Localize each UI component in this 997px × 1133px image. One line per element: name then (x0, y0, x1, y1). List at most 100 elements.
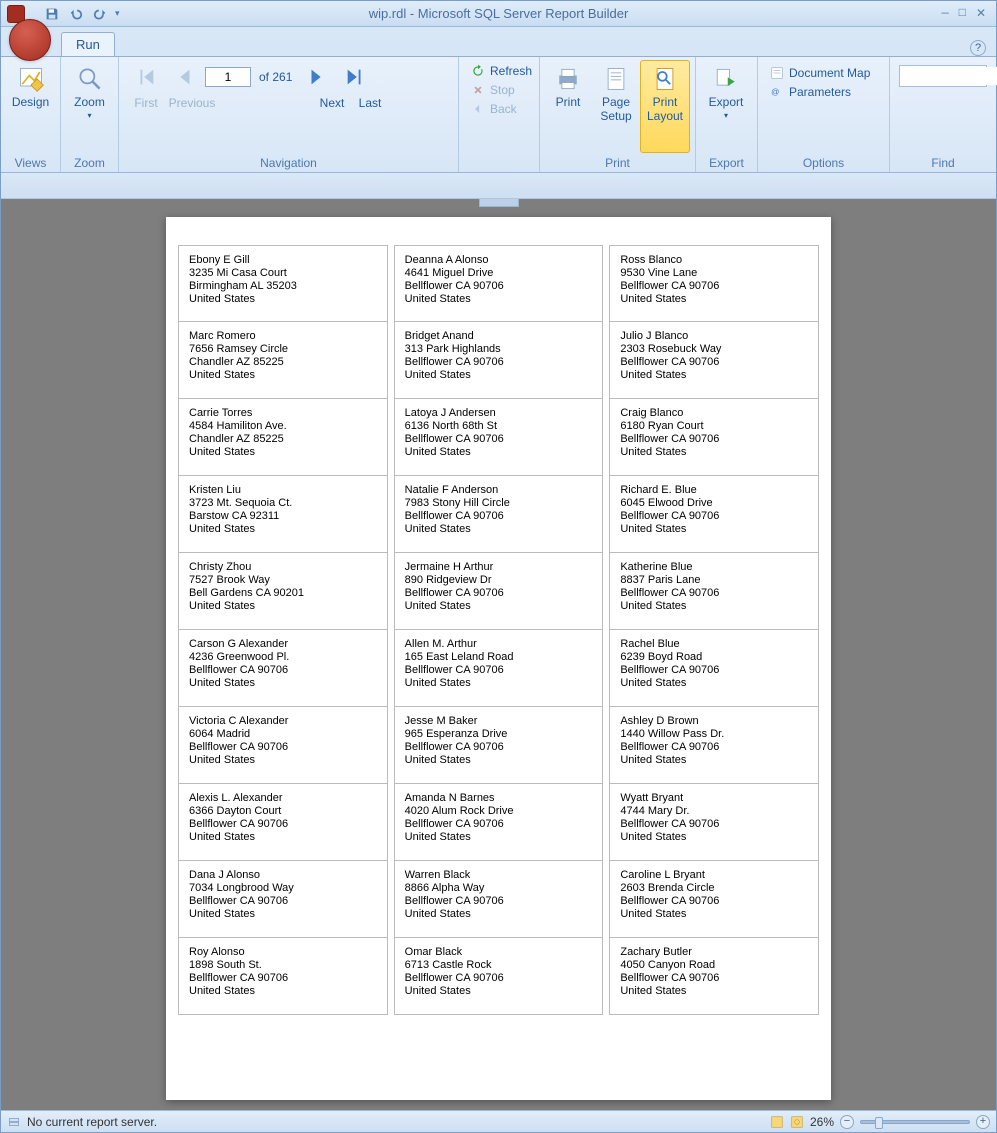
zoom-button[interactable]: Zoom ▾ (65, 60, 114, 153)
label-cell: Natalie F Anderson7983 Stony Hill Circle… (394, 476, 604, 553)
titlebar: ▾ wip.rdl - Microsoft SQL Server Report … (1, 1, 996, 27)
report-viewer[interactable]: Ebony E Gill3235 Mi Casa CourtBirmingham… (1, 199, 996, 1110)
quick-access-toolbar: ▾ (43, 5, 125, 23)
statusbar: No current report server. 26% − + (1, 1110, 996, 1132)
zoom-in-button[interactable]: + (976, 1115, 990, 1129)
app-window: ▾ wip.rdl - Microsoft SQL Server Report … (0, 0, 997, 1133)
page-setup-button[interactable]: PageSetup (592, 60, 640, 153)
group-nav-extra: Refresh Stop Back (459, 57, 539, 172)
label-cell: Ebony E Gill3235 Mi Casa CourtBirmingham… (178, 245, 388, 322)
design-button[interactable]: Design (5, 60, 56, 153)
label-cell: Warren Black8866 Alpha WayBellflower CA … (394, 861, 604, 938)
label-cell: Zachary Butler4050 Canyon RoadBellflower… (609, 938, 819, 1015)
zoom-out-button[interactable]: − (840, 1115, 854, 1129)
window-title: wip.rdl - Microsoft SQL Server Report Bu… (1, 6, 996, 21)
label-cell: Alexis L. Alexander6366 Dayton CourtBell… (178, 784, 388, 861)
zoom-slider-thumb[interactable] (875, 1117, 883, 1129)
label-cell: Dana J Alonso7034 Longbrood WayBellflowe… (178, 861, 388, 938)
group-zoom: Zoom ▾ Zoom (61, 57, 119, 172)
print-layout-button[interactable]: PrintLayout (640, 60, 690, 153)
print-button[interactable]: Print (544, 60, 592, 153)
parameters-button[interactable]: @ Parameters (766, 83, 874, 101)
group-label-zoom: Zoom (61, 155, 118, 172)
label-cell: Jermaine H Arthur890 Ridgeview DrBellflo… (394, 553, 604, 630)
undo-icon[interactable] (67, 5, 85, 23)
group-export: Export ▾ Export (696, 57, 758, 172)
maximize-button[interactable]: □ (959, 6, 966, 21)
ribbon: Design Views Zoom ▾ Zoom (1, 57, 996, 173)
previous-page-button[interactable] (167, 64, 201, 90)
label-cell: Amanda N Barnes4020 Alum Rock DriveBellf… (394, 784, 604, 861)
find-box (899, 65, 987, 87)
label-cell: Wyatt Bryant4744 Mary Dr.Bellflower CA 9… (609, 784, 819, 861)
group-views: Design Views (1, 57, 61, 172)
group-print: Print PageSetup PrintLayout Print (540, 57, 696, 172)
page-number-input[interactable] (205, 67, 251, 87)
group-label-export: Export (696, 155, 757, 172)
label-column: Ross Blanco9530 Vine LaneBellflower CA 9… (609, 245, 819, 1015)
first-page-button[interactable] (129, 64, 163, 90)
status-text: No current report server. (27, 1115, 157, 1129)
label-cell: Carrie Torres4584 Hamiliton Ave.Chandler… (178, 399, 388, 476)
group-label-views: Views (1, 155, 60, 172)
minimize-button[interactable]: — (942, 6, 949, 21)
group-label-print: Print (540, 155, 695, 172)
server-icon (7, 1115, 21, 1129)
preview-mode-icon[interactable] (790, 1115, 804, 1129)
ribbon-tabs: Run ? (1, 27, 996, 57)
zoom-slider[interactable] (860, 1120, 970, 1124)
next-page-button[interactable] (300, 64, 334, 90)
report-page: Ebony E Gill3235 Mi Casa CourtBirmingham… (166, 217, 831, 1100)
ribbon-lower-bar (1, 173, 996, 199)
export-button[interactable]: Export ▾ (700, 60, 752, 153)
label-cell: Kristen Liu3723 Mt. Sequoia Ct.Barstow C… (178, 476, 388, 553)
label-cell: Julio J Blanco2303 Rosebuck WayBellflowe… (609, 322, 819, 399)
label-cell: Ashley D Brown1440 Willow Pass Dr.Bellfl… (609, 707, 819, 784)
svg-text:@: @ (771, 87, 779, 96)
splitter-grip[interactable] (479, 199, 519, 207)
stop-button[interactable]: Stop (467, 81, 536, 99)
app-menu-button[interactable] (9, 19, 51, 61)
save-icon[interactable] (43, 5, 61, 23)
chevron-down-icon: ▾ (724, 111, 728, 120)
back-button[interactable]: Back (467, 100, 536, 118)
qat-dropdown-icon[interactable]: ▾ (115, 8, 125, 19)
group-label-navigation: Navigation (119, 155, 458, 172)
document-map-button[interactable]: Document Map (766, 64, 874, 82)
label-cell: Rachel Blue6239 Boyd RoadBellflower CA 9… (609, 630, 819, 707)
group-label-options: Options (758, 155, 889, 172)
close-button[interactable]: ✕ (976, 6, 986, 21)
group-find: Find (890, 57, 996, 172)
chevron-down-icon: ▾ (87, 111, 91, 120)
label-column: Deanna A Alonso4641 Miguel DriveBellflow… (394, 245, 604, 1015)
last-page-button[interactable] (338, 64, 372, 90)
design-mode-icon[interactable] (770, 1115, 784, 1129)
label-cell: Katherine Blue8837 Paris LaneBellflower … (609, 553, 819, 630)
first-page-label: First (129, 94, 163, 112)
next-page-label: Next (315, 94, 349, 112)
label-cell: Jesse M Baker965 Esperanza DriveBellflow… (394, 707, 604, 784)
label-cell: Allen M. Arthur165 East Leland RoadBellf… (394, 630, 604, 707)
last-page-label: Last (353, 94, 387, 112)
refresh-button[interactable]: Refresh (467, 62, 536, 80)
label-cell: Ross Blanco9530 Vine LaneBellflower CA 9… (609, 245, 819, 322)
label-cell: Roy Alonso1898 South St.Bellflower CA 90… (178, 938, 388, 1015)
find-input[interactable] (900, 67, 997, 85)
label-cell: Victoria C Alexander6064 MadridBellflowe… (178, 707, 388, 784)
label-column: Ebony E Gill3235 Mi Casa CourtBirmingham… (178, 245, 388, 1015)
zoom-percent: 26% (810, 1115, 834, 1129)
group-options: Document Map @ Parameters Options (758, 57, 890, 172)
label-cell: Christy Zhou7527 Brook WayBell Gardens C… (178, 553, 388, 630)
tab-run[interactable]: Run (61, 32, 115, 56)
label-cell: Omar Black6713 Castle RockBellflower CA … (394, 938, 604, 1015)
redo-icon[interactable] (91, 5, 109, 23)
label-grid: Ebony E Gill3235 Mi Casa CourtBirmingham… (178, 245, 819, 1015)
label-cell: Deanna A Alonso4641 Miguel DriveBellflow… (394, 245, 604, 322)
label-cell: Richard E. Blue6045 Elwood DriveBellflow… (609, 476, 819, 553)
help-icon[interactable]: ? (970, 40, 986, 56)
group-navigation: of 261 First Previous Next Last Navigat (119, 57, 459, 172)
label-cell: Carson G Alexander4236 Greenwood Pl.Bell… (178, 630, 388, 707)
previous-page-label: Previous (167, 94, 217, 112)
label-cell: Marc Romero7656 Ramsey CircleChandler AZ… (178, 322, 388, 399)
label-cell: Latoya J Andersen6136 North 68th StBellf… (394, 399, 604, 476)
